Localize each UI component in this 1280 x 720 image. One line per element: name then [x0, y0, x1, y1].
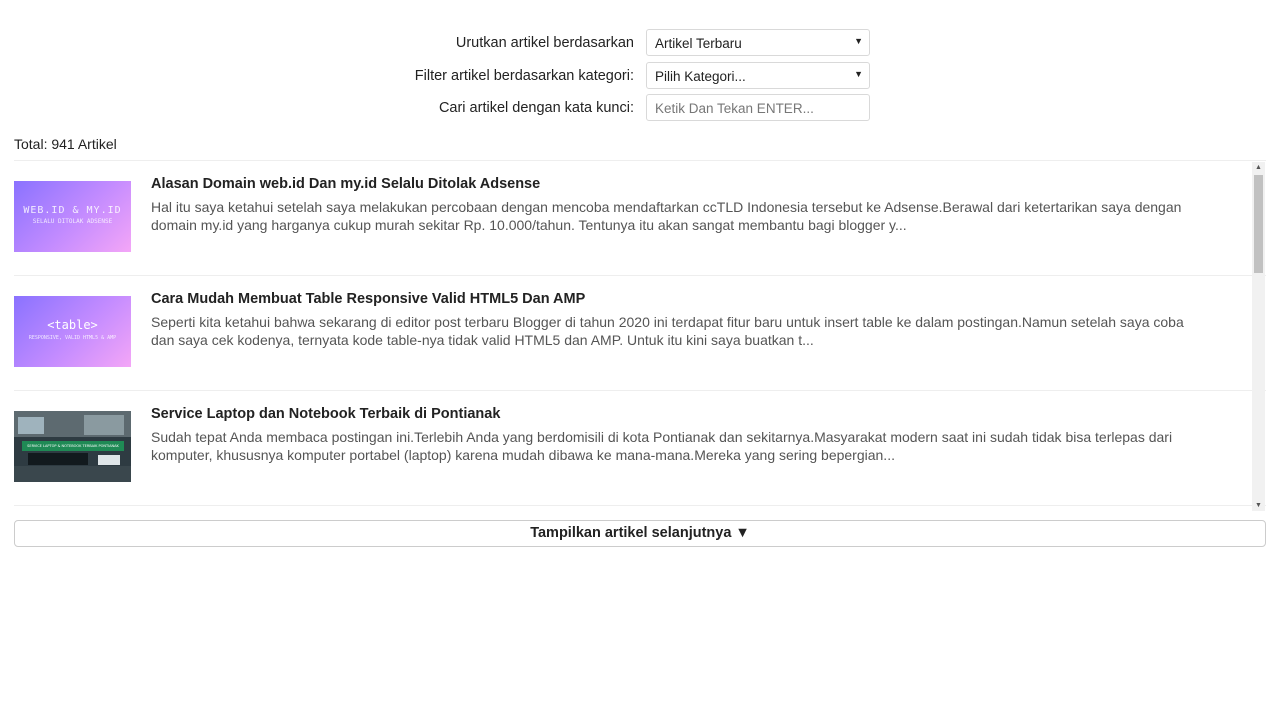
category-row: Filter artikel berdasarkan kategori: Pil…	[0, 61, 1280, 95]
article-filters: Urutkan artikel berdasarkan Artikel Terb…	[0, 29, 1280, 127]
article-title[interactable]: Alasan Domain web.id Dan my.id Selalu Di…	[151, 176, 540, 192]
search-input[interactable]: Ketik Dan Tekan ENTER...	[646, 94, 870, 121]
thumbnail-banner: SERVICE LAPTOP & NOTEBOOK TERBAIK PONTIA…	[22, 441, 124, 451]
load-more-button[interactable]: Tampilkan artikel selanjutnya ▼	[14, 520, 1266, 547]
excerpt-line: Seperti kita ketahui bahwa sekarang di e…	[151, 314, 1184, 330]
article-thumbnail[interactable]: WEB.ID & MY.ID SELALU DITOLAK ADSENSE	[14, 181, 131, 252]
photo-shape	[18, 417, 44, 434]
article-title[interactable]: Cara Mudah Membuat Table Responsive Vali…	[151, 291, 585, 307]
excerpt-line: domain my.id yang harganya cukup murah s…	[151, 216, 907, 233]
dropdown-arrow-icon: ▼	[854, 36, 863, 46]
sort-row: Urutkan artikel berdasarkan Artikel Terb…	[0, 29, 1280, 62]
photo-shape	[84, 415, 124, 435]
article-excerpt: Sudah tepat Anda membaca postingan ini.T…	[151, 429, 1251, 464]
thumbnail-subtext: SELALU DITOLAK ADSENSE	[32, 218, 113, 225]
dropdown-arrow-icon: ▼	[854, 68, 863, 79]
thumbnail-text: <table>	[47, 318, 98, 332]
sort-select[interactable]: Artikel Terbaru ▼	[646, 29, 870, 56]
excerpt-line: Sudah tepat Anda membaca postingan ini.T…	[151, 429, 1173, 445]
category-select-value: Pilih Kategori...	[655, 68, 746, 84]
search-row: Cari artikel dengan kata kunci: Ketik Da…	[0, 94, 1280, 127]
list-item[interactable]: SERVICE LAPTOP & NOTEBOOK TERBAIK PONTIA…	[14, 391, 1266, 506]
search-placeholder: Ketik Dan Tekan ENTER...	[655, 101, 814, 116]
excerpt-line: Hal itu saya ketahui setelah saya melaku…	[151, 199, 1182, 215]
scroll-up-icon[interactable]: ▲	[1252, 164, 1265, 171]
article-list: WEB.ID & MY.ID SELALU DITOLAK ADSENSE Al…	[14, 160, 1266, 513]
article-thumbnail[interactable]: SERVICE LAPTOP & NOTEBOOK TERBAIK PONTIA…	[14, 411, 131, 482]
sort-label: Urutkan artikel berdasarkan	[455, 35, 634, 51]
thumbnail-text: WEB.ID & MY.ID	[23, 205, 122, 216]
photo-shape	[28, 453, 88, 465]
list-item[interactable]: WEB.ID & MY.ID SELALU DITOLAK ADSENSE Al…	[14, 161, 1266, 276]
search-label: Cari artikel dengan kata kunci:	[438, 100, 634, 116]
photo-shape	[98, 455, 120, 465]
scroll-down-icon[interactable]: ▼	[1252, 502, 1265, 509]
list-item[interactable]: <table> RESPONSIVE, VALID HTML5 & AMP Ca…	[14, 276, 1266, 391]
category-label: Filter artikel berdasarkan kategori:	[414, 67, 634, 84]
total-articles: Total: 941 Artikel	[14, 136, 117, 152]
list-scrollbar[interactable]: ▲ ▼	[1252, 162, 1265, 511]
article-title[interactable]: Service Laptop dan Notebook Terbaik di P…	[151, 406, 500, 422]
article-excerpt: Seperti kita ketahui bahwa sekarang di e…	[151, 314, 1251, 349]
scrollbar-thumb[interactable]	[1254, 175, 1263, 273]
thumbnail-text: SERVICE LAPTOP & NOTEBOOK TERBAIK PONTIA…	[27, 444, 119, 448]
photo-shape	[14, 466, 131, 482]
thumbnail-subtext: RESPONSIVE, VALID HTML5 & AMP	[28, 335, 117, 341]
excerpt-line: dan saya cek kodenya, ternyata kode tabl…	[151, 331, 814, 348]
sort-select-value: Artikel Terbaru	[655, 36, 742, 51]
category-select[interactable]: Pilih Kategori... ▼	[646, 61, 870, 89]
article-excerpt: Hal itu saya ketahui setelah saya melaku…	[151, 199, 1251, 234]
excerpt-line: komputer, khususnya komputer portabel (l…	[151, 446, 895, 463]
article-thumbnail[interactable]: <table> RESPONSIVE, VALID HTML5 & AMP	[14, 296, 131, 367]
